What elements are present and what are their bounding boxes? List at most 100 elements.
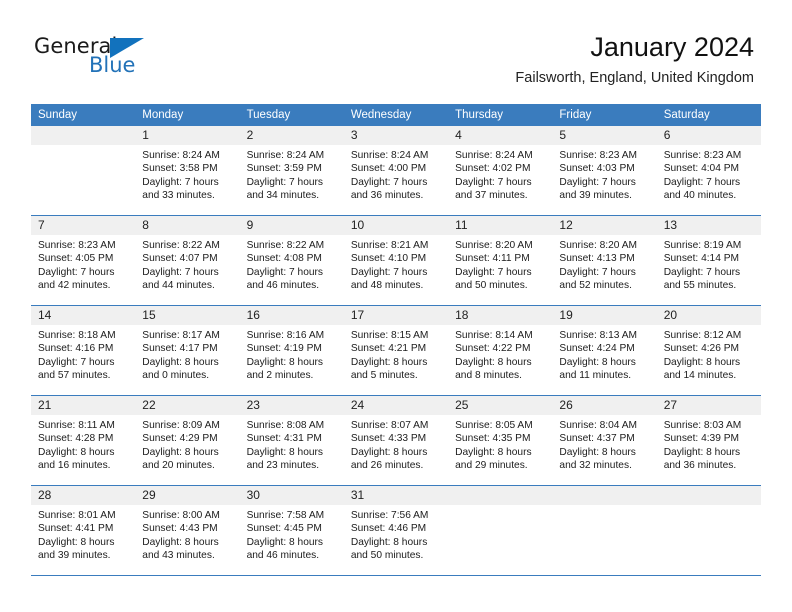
day-number: 9 <box>239 216 344 235</box>
calendar-day-cell[interactable]: 19 Sunrise: 8:13 AM Sunset: 4:24 PM Dayligh… <box>552 305 657 396</box>
day-cell-inner: 29 Sunrise: 8:00 AM Sunset: 4:43 PM Dayligh… <box>135 486 240 575</box>
calendar-day-cell[interactable]: 9 Sunrise: 8:22 AM Sunset: 4:08 PM Daylight… <box>239 215 344 306</box>
daylight-text-cont: and 36 minutes. <box>663 459 737 471</box>
day-details: Sunrise: 8:24 AM Sunset: 3:59 PM Daylight:… <box>240 145 344 202</box>
sunset-text: Sunset: 4:08 PM <box>246 253 322 265</box>
calendar-day-cell[interactable]: 20 Sunrise: 8:12 AM Sunset: 4:26 PM Dayligh… <box>656 305 761 396</box>
daylight-text-cont: and 32 minutes. <box>559 459 632 471</box>
brand-logo[interactable]: General Blue <box>34 34 254 84</box>
day-cell-inner: 8 Sunrise: 8:22 AM Sunset: 4:07 PM Daylight… <box>135 216 240 305</box>
daylight-text: Daylight: 7 hours <box>350 176 428 188</box>
daylight-text-cont: and 40 minutes. <box>663 189 737 201</box>
weekday-header-sunday: Sunday <box>31 104 136 126</box>
day-details: Sunrise: 8:22 AM Sunset: 4:07 PM Daylight:… <box>135 235 239 292</box>
calendar-day-cell[interactable]: 6 Sunrise: 8:23 AM Sunset: 4:04 PM Daylight… <box>656 126 761 216</box>
day-details: Sunrise: 8:20 AM Sunset: 4:13 PM Daylight:… <box>552 235 656 292</box>
daylight-text-cont: and 37 minutes. <box>455 189 528 201</box>
day-number: 7 <box>31 216 136 235</box>
sunrise-text: Sunrise: 8:20 AM <box>559 240 637 251</box>
calendar-day-cell[interactable]: 31 Sunrise: 7:56 AM Sunset: 4:46 PM Dayligh… <box>343 485 449 576</box>
calendar-day-cell[interactable]: 16 Sunrise: 8:16 AM Sunset: 4:19 PM Dayligh… <box>239 305 344 396</box>
calendar-day-cell[interactable]: 21 Sunrise: 8:11 AM Sunset: 4:28 PM Dayligh… <box>31 395 136 486</box>
sunset-text: Sunset: 4:14 PM <box>663 253 740 265</box>
calendar-day-cell[interactable]: 24 Sunrise: 8:07 AM Sunset: 4:33 PM Dayligh… <box>343 395 449 486</box>
day-details: Sunrise: 8:00 AM Sunset: 4:43 PM Daylight:… <box>135 505 239 562</box>
sunset-text: Sunset: 4:28 PM <box>38 433 114 445</box>
day-number: 28 <box>31 486 136 505</box>
sunset-text: Sunset: 4:05 PM <box>38 253 114 265</box>
sunset-text: Sunset: 4:10 PM <box>350 253 427 265</box>
day-number: 21 <box>31 396 136 415</box>
day-cell-inner: 2 Sunrise: 8:24 AM Sunset: 3:59 PM Daylight… <box>239 126 344 215</box>
sunrise-text: Sunrise: 7:58 AM <box>246 510 325 521</box>
daylight-text-cont: and 29 minutes. <box>455 459 528 471</box>
day-number: 16 <box>239 306 344 325</box>
day-number <box>448 486 553 505</box>
day-details: Sunrise: 8:23 AM Sunset: 4:05 PM Daylight:… <box>31 235 135 292</box>
daylight-text-cont: and 8 minutes. <box>455 369 522 381</box>
day-details: Sunrise: 7:58 AM Sunset: 4:45 PM Daylight:… <box>240 505 344 562</box>
calendar-body: 1 Sunrise: 8:24 AM Sunset: 3:58 PM Daylight… <box>31 126 761 576</box>
daylight-text: Daylight: 8 hours <box>350 446 428 458</box>
weekday-header-thursday: Thursday <box>448 104 553 126</box>
calendar-day-cell[interactable]: 7 Sunrise: 8:23 AM Sunset: 4:05 PM Daylight… <box>31 215 136 306</box>
brand-name-blue: Blue <box>89 53 136 77</box>
daylight-text: Daylight: 8 hours <box>246 446 324 458</box>
calendar-day-cell[interactable]: 15 Sunrise: 8:17 AM Sunset: 4:17 PM Dayligh… <box>135 305 240 396</box>
calendar-day-cell[interactable]: 4 Sunrise: 8:24 AM Sunset: 4:02 PM Daylight… <box>448 126 553 216</box>
calendar-day-cell[interactable]: 29 Sunrise: 8:00 AM Sunset: 4:43 PM Dayligh… <box>135 485 240 576</box>
daylight-text: Daylight: 7 hours <box>559 266 636 278</box>
day-cell-inner: 24 Sunrise: 8:07 AM Sunset: 4:33 PM Dayligh… <box>343 396 449 485</box>
calendar-day-cell[interactable]: 25 Sunrise: 8:05 AM Sunset: 4:35 PM Dayligh… <box>448 395 553 486</box>
calendar-day-cell[interactable]: 13 Sunrise: 8:19 AM Sunset: 4:14 PM Dayligh… <box>656 215 761 306</box>
calendar-day-cell[interactable]: 3 Sunrise: 8:24 AM Sunset: 4:00 PM Daylight… <box>343 126 449 216</box>
daylight-text-cont: and 5 minutes. <box>350 369 418 381</box>
daylight-text: Daylight: 7 hours <box>38 356 115 368</box>
calendar-day-cell[interactable]: 18 Sunrise: 8:14 AM Sunset: 4:22 PM Dayligh… <box>448 305 553 396</box>
sunset-text: Sunset: 4:45 PM <box>246 523 322 535</box>
sunset-text: Sunset: 4:02 PM <box>455 163 531 175</box>
calendar-day-cell[interactable]: 8 Sunrise: 8:22 AM Sunset: 4:07 PM Daylight… <box>135 215 240 306</box>
day-cell-inner: 14 Sunrise: 8:18 AM Sunset: 4:16 PM Dayligh… <box>31 306 136 395</box>
day-cell-inner: 27 Sunrise: 8:03 AM Sunset: 4:39 PM Dayligh… <box>656 396 761 485</box>
calendar-day-cell[interactable]: 12 Sunrise: 8:20 AM Sunset: 4:13 PM Dayligh… <box>552 215 657 306</box>
calendar-day-cell[interactable]: 22 Sunrise: 8:09 AM Sunset: 4:29 PM Dayligh… <box>135 395 240 486</box>
sunrise-text: Sunrise: 8:00 AM <box>142 510 220 521</box>
calendar-day-cell[interactable]: 30 Sunrise: 7:58 AM Sunset: 4:45 PM Dayligh… <box>239 485 344 576</box>
daylight-text-cont: and 48 minutes. <box>350 279 424 291</box>
day-details: Sunrise: 8:18 AM Sunset: 4:16 PM Daylight:… <box>31 325 135 382</box>
day-cell-inner: 13 Sunrise: 8:19 AM Sunset: 4:14 PM Dayligh… <box>656 216 761 305</box>
sunrise-text: Sunrise: 7:56 AM <box>350 510 429 521</box>
calendar-day-cell[interactable]: 10 Sunrise: 8:21 AM Sunset: 4:10 PM Dayligh… <box>343 215 449 306</box>
day-cell-inner: 10 Sunrise: 8:21 AM Sunset: 4:10 PM Dayligh… <box>343 216 449 305</box>
daylight-text-cont: and 50 minutes. <box>350 549 424 561</box>
daylight-text-cont: and 33 minutes. <box>142 189 215 201</box>
calendar-day-cell[interactable]: 26 Sunrise: 8:04 AM Sunset: 4:37 PM Dayligh… <box>552 395 657 486</box>
daylight-text: Daylight: 8 hours <box>559 446 636 458</box>
day-number: 30 <box>239 486 344 505</box>
calendar-day-cell[interactable]: 27 Sunrise: 8:03 AM Sunset: 4:39 PM Dayligh… <box>656 395 761 486</box>
day-details: Sunrise: 8:24 AM Sunset: 4:00 PM Daylight:… <box>344 145 448 202</box>
calendar-day-cell[interactable]: 11 Sunrise: 8:20 AM Sunset: 4:11 PM Dayligh… <box>448 215 553 306</box>
calendar-day-cell[interactable]: 28 Sunrise: 8:01 AM Sunset: 4:41 PM Dayligh… <box>31 485 136 576</box>
day-details: Sunrise: 8:23 AM Sunset: 4:03 PM Daylight:… <box>552 145 656 202</box>
daylight-text-cont: and 23 minutes. <box>246 459 320 471</box>
day-number <box>31 126 136 145</box>
calendar-day-cell[interactable]: 17 Sunrise: 8:15 AM Sunset: 4:21 PM Dayligh… <box>343 305 449 396</box>
sunrise-text: Sunrise: 8:22 AM <box>142 240 220 251</box>
calendar-day-cell[interactable]: 5 Sunrise: 8:23 AM Sunset: 4:03 PM Daylight… <box>552 126 657 216</box>
daylight-text: Daylight: 7 hours <box>142 176 219 188</box>
calendar-table: Sunday Monday Tuesday Wednesday Thursday… <box>31 104 761 576</box>
day-cell-inner <box>656 486 761 575</box>
calendar-day-cell[interactable]: 1 Sunrise: 8:24 AM Sunset: 3:58 PM Daylight… <box>135 126 240 216</box>
daylight-text-cont: and 44 minutes. <box>142 279 215 291</box>
calendar-week-row: 1 Sunrise: 8:24 AM Sunset: 3:58 PM Daylight… <box>31 126 761 216</box>
sunrise-text: Sunrise: 8:24 AM <box>350 150 429 161</box>
calendar-day-cell[interactable]: 23 Sunrise: 8:08 AM Sunset: 4:31 PM Dayligh… <box>239 395 344 486</box>
page-subtitle: Failsworth, England, United Kingdom <box>515 70 754 86</box>
daylight-text: Daylight: 8 hours <box>142 536 219 548</box>
daylight-text: Daylight: 8 hours <box>455 356 532 368</box>
calendar-day-cell[interactable]: 14 Sunrise: 8:18 AM Sunset: 4:16 PM Dayligh… <box>31 305 136 396</box>
day-details: Sunrise: 8:01 AM Sunset: 4:41 PM Daylight:… <box>31 505 135 562</box>
calendar-day-cell[interactable]: 2 Sunrise: 8:24 AM Sunset: 3:59 PM Daylight… <box>239 126 344 216</box>
